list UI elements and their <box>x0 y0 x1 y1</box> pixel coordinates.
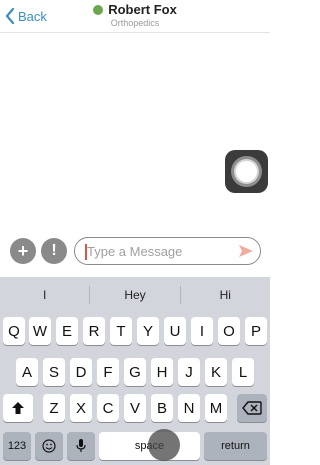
key-w[interactable]: W <box>29 317 51 345</box>
numbers-key[interactable]: 123 <box>3 432 31 460</box>
key-e[interactable]: E <box>56 317 78 345</box>
microphone-key[interactable] <box>67 432 95 460</box>
microphone-icon <box>76 439 86 452</box>
key-d[interactable]: D <box>70 358 92 386</box>
key-o[interactable]: O <box>218 317 240 345</box>
key-v[interactable]: V <box>124 394 146 422</box>
key-l[interactable]: L <box>232 358 254 386</box>
key-f[interactable]: F <box>97 358 119 386</box>
key-r[interactable]: R <box>83 317 105 345</box>
delete-icon <box>242 401 262 415</box>
key-j[interactable]: J <box>178 358 200 386</box>
key-c[interactable]: C <box>97 394 119 422</box>
key-k[interactable]: K <box>205 358 227 386</box>
key-y[interactable]: Y <box>137 317 159 345</box>
chat-header: Back Robert Fox Orthopedics <box>0 0 270 33</box>
key-n[interactable]: N <box>178 394 200 422</box>
key-m[interactable]: M <box>205 394 227 422</box>
delete-key[interactable] <box>237 394 267 422</box>
exclamation-icon: ! <box>51 242 57 259</box>
shift-key[interactable] <box>3 394 33 422</box>
key-i[interactable]: I <box>191 317 213 345</box>
contact-specialty: Orthopedics <box>110 18 160 28</box>
key-t[interactable]: T <box>110 317 132 345</box>
key-s[interactable]: S <box>43 358 65 386</box>
plus-icon: + <box>17 240 29 261</box>
key-p[interactable]: P <box>245 317 267 345</box>
return-key[interactable]: return <box>204 432 267 460</box>
keyboard: I Hey Hi Q W E R T Y U I O P A S D F G H… <box>0 277 270 465</box>
key-g[interactable]: G <box>124 358 146 386</box>
add-attachment-button[interactable]: + <box>10 238 36 264</box>
message-field[interactable] <box>74 237 261 265</box>
key-q[interactable]: Q <box>3 317 25 345</box>
assistive-touch-button[interactable] <box>225 150 268 193</box>
contact-title: Robert Fox Orthopedics <box>0 2 270 28</box>
message-list[interactable] <box>0 34 270 232</box>
key-z[interactable]: Z <box>43 394 65 422</box>
key-x[interactable]: X <box>70 394 92 422</box>
shift-icon <box>12 402 24 414</box>
emoji-key[interactable] <box>35 432 63 460</box>
key-h[interactable]: H <box>151 358 173 386</box>
online-status-icon <box>93 4 104 15</box>
message-composer: + ! <box>0 233 270 277</box>
suggestion-item[interactable]: Hey <box>90 288 179 302</box>
send-icon[interactable] <box>238 244 254 258</box>
urgent-button[interactable]: ! <box>41 238 67 264</box>
suggestion-item[interactable]: Hi <box>181 288 270 302</box>
key-u[interactable]: U <box>164 317 186 345</box>
emoji-icon <box>42 439 56 453</box>
suggestion-bar: I Hey Hi <box>0 277 270 313</box>
message-input[interactable] <box>87 241 227 261</box>
key-b[interactable]: B <box>151 394 173 422</box>
suggestion-item[interactable]: I <box>0 288 89 302</box>
touch-indicator <box>148 429 180 461</box>
contact-name: Robert Fox <box>108 2 177 17</box>
key-a[interactable]: A <box>16 358 38 386</box>
